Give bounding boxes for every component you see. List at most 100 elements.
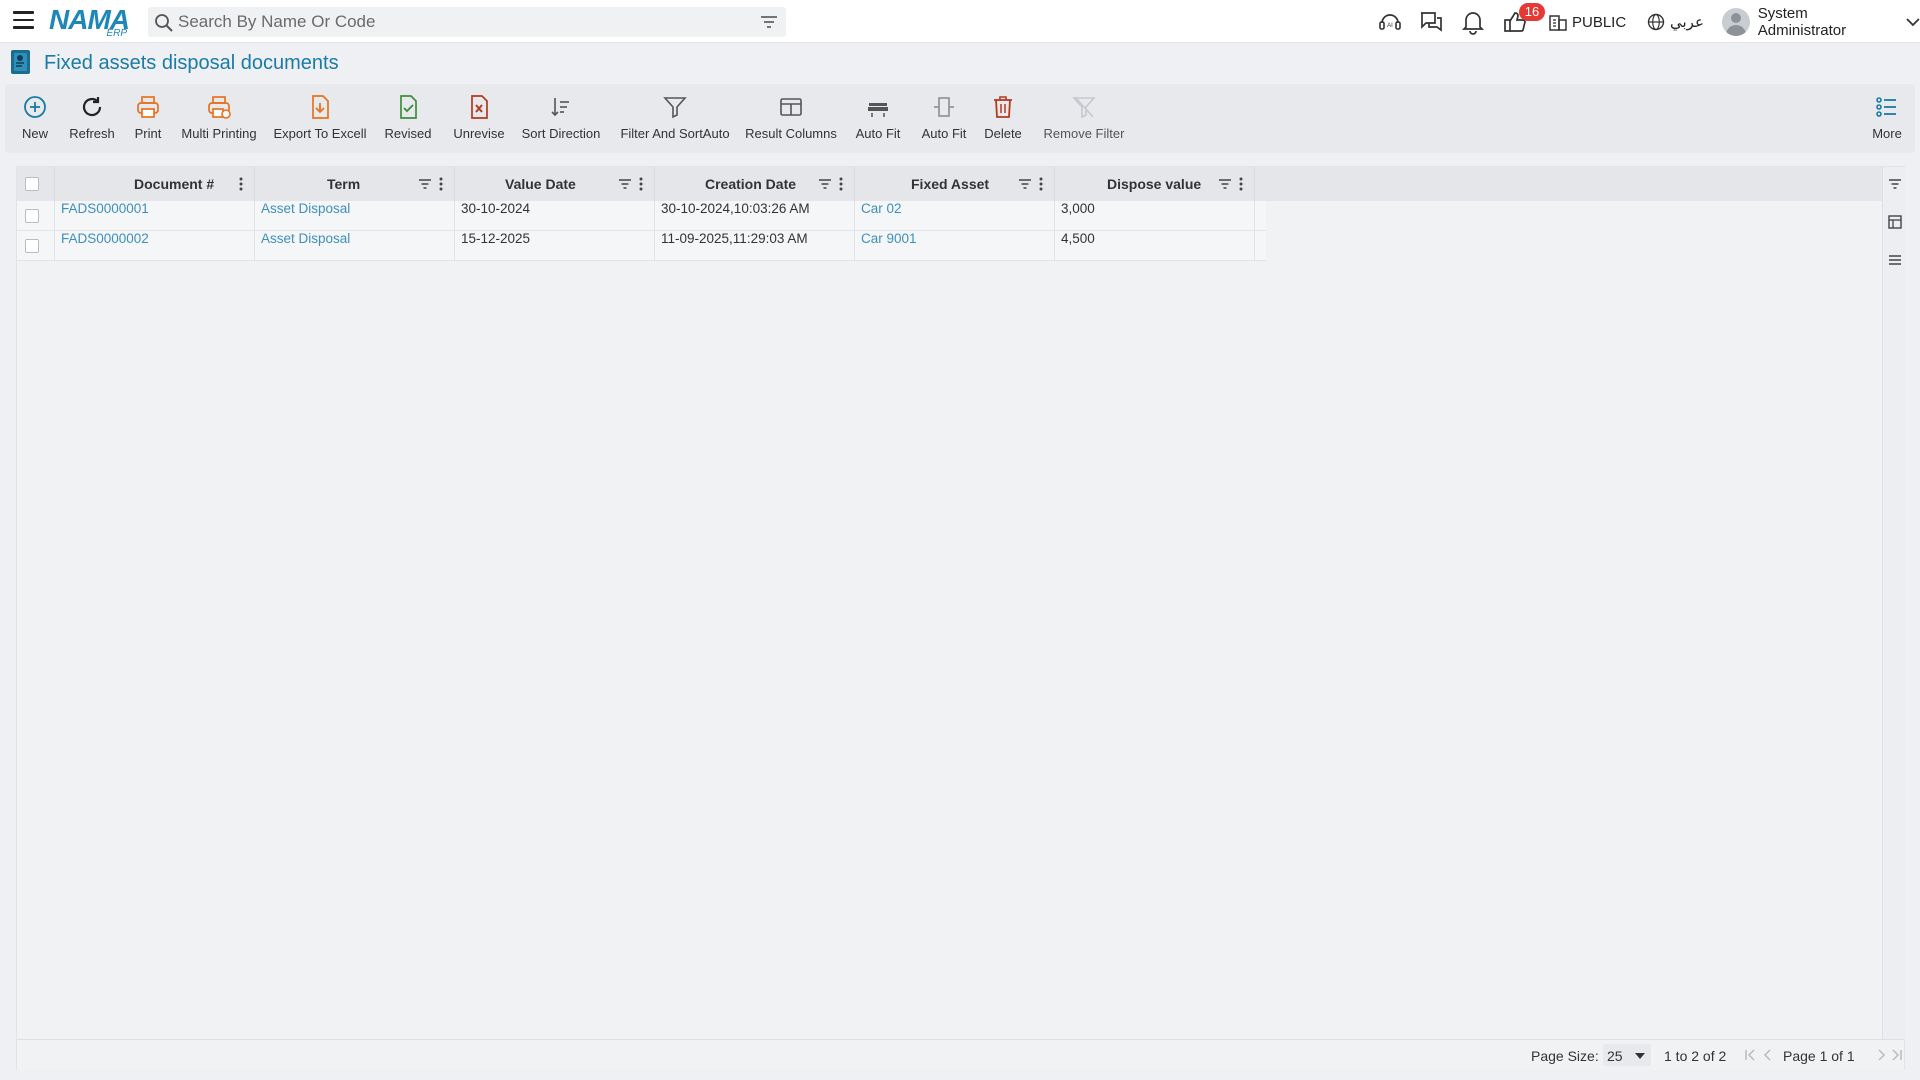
column-header-creation-date[interactable]: Creation Date (655, 167, 855, 201)
column-header-term[interactable]: Term (255, 167, 455, 201)
fixed-asset-link[interactable]: Car 9001 (855, 231, 1055, 261)
previous-page-icon[interactable] (1761, 1047, 1775, 1063)
multi-printing-button[interactable]: Multi Printing (177, 90, 261, 148)
notification-badge: 16 (1519, 3, 1545, 21)
funnel-icon (663, 97, 687, 119)
avatar (1722, 8, 1750, 36)
export-excel-button[interactable]: Export To Excell (270, 90, 370, 148)
globe-icon (1647, 13, 1665, 31)
user-name: System Administrator (1757, 5, 1847, 39)
select-all-checkbox[interactable] (25, 177, 39, 191)
creation-date-cell: 30-10-2024,10:03:26 AM (655, 201, 855, 231)
fixed-asset-link[interactable]: Car 02 (855, 201, 1055, 231)
sort-direction-label: Sort Direction (521, 126, 601, 141)
column-filter-icon[interactable] (418, 177, 432, 191)
print-button[interactable]: Print (126, 90, 170, 148)
plus-circle-icon (24, 96, 46, 118)
column-filter-icon[interactable] (1218, 177, 1232, 191)
next-page-icon[interactable] (1874, 1047, 1888, 1063)
page-size-select[interactable]: 25 (1603, 1044, 1651, 1066)
column-header-document[interactable]: Document # (55, 167, 255, 201)
nama-erp-logo[interactable]: NAMA ERP (49, 4, 131, 39)
more-button[interactable]: More (1867, 90, 1907, 148)
table-icon[interactable] (1888, 215, 1902, 229)
auto-fit-columns-icon (934, 97, 954, 117)
delete-button[interactable]: Delete (981, 90, 1025, 148)
refresh-label: Refresh (69, 126, 115, 141)
filter-lines-icon[interactable] (760, 14, 778, 30)
document-number-link[interactable]: FADS0000001 (55, 201, 255, 231)
column-filter-icon[interactable] (1018, 177, 1032, 191)
column-menu-icon[interactable] (238, 176, 244, 192)
auto-fit-rows-icon (868, 103, 888, 117)
menu-icon[interactable] (13, 11, 34, 31)
document-number-link[interactable]: FADS0000002 (55, 231, 255, 261)
building-icon (1549, 15, 1567, 31)
column-menu-icon[interactable] (438, 176, 444, 192)
unrevise-button[interactable]: Unrevise (450, 90, 508, 148)
value-date-cell: 30-10-2024 (455, 201, 655, 231)
column-label: Value Date (505, 176, 576, 192)
revised-button[interactable]: Revised (381, 90, 435, 148)
auto-fit-rows-button[interactable]: Auto Fit (850, 90, 906, 148)
svg-text:AI: AI (1387, 23, 1393, 29)
row-checkbox[interactable] (25, 209, 39, 223)
term-link[interactable]: Asset Disposal (255, 231, 455, 261)
column-filter-icon[interactable] (618, 177, 632, 191)
remove-filter-label: Remove Filter (1043, 126, 1125, 141)
refresh-button[interactable]: Refresh (63, 90, 121, 148)
printer-icon (137, 96, 159, 118)
ai-assistant-icon[interactable]: AI (1377, 9, 1403, 35)
new-button[interactable]: New (12, 90, 58, 148)
data-grid: Document # Term Value Date Creation Date… (16, 166, 1906, 1070)
column-label: Term (327, 176, 361, 192)
row-checkbox[interactable] (25, 239, 39, 253)
chevron-down-icon (1906, 18, 1920, 27)
document-module-icon (11, 50, 30, 74)
column-header-fixed-asset[interactable]: Fixed Asset (855, 167, 1055, 201)
columns-icon (780, 98, 802, 116)
menu-lines-icon[interactable] (1888, 253, 1902, 267)
filter-lines-icon[interactable] (1888, 177, 1902, 191)
column-header-value-date[interactable]: Value Date (455, 167, 655, 201)
search-icon[interactable] (154, 13, 174, 33)
language-switcher[interactable]: عربي (1647, 10, 1704, 34)
bell-icon[interactable] (1460, 9, 1486, 35)
column-menu-icon[interactable] (1038, 176, 1044, 192)
last-page-icon[interactable] (1890, 1047, 1904, 1063)
table-row[interactable]: FADS0000002 Asset Disposal 15-12-2025 11… (17, 231, 1266, 261)
first-page-icon[interactable] (1743, 1047, 1757, 1063)
result-columns-button[interactable]: Result Columns (741, 90, 841, 148)
new-label: New (21, 126, 48, 141)
column-menu-icon[interactable] (1238, 176, 1244, 192)
row-select-cell (17, 231, 55, 261)
search-input[interactable] (178, 7, 738, 37)
table-row[interactable]: FADS0000001 Asset Disposal 30-10-2024 30… (17, 201, 1266, 231)
page-header: Fixed assets disposal documents (0, 44, 1920, 82)
column-menu-icon[interactable] (638, 176, 644, 192)
dropdown-arrow-icon (1635, 1053, 1645, 1059)
column-filter-icon[interactable] (818, 177, 832, 191)
language-label: عربي (1670, 13, 1704, 31)
term-link[interactable]: Asset Disposal (255, 201, 455, 231)
column-header-dispose-value[interactable]: Dispose value (1055, 167, 1255, 201)
multi-printer-icon (208, 96, 231, 119)
unrevise-label: Unrevise (453, 126, 505, 141)
file-check-icon (400, 95, 417, 119)
user-menu[interactable]: System Administrator (1722, 5, 1920, 39)
grid-side-panel (1882, 167, 1906, 1039)
column-menu-icon[interactable] (838, 176, 844, 192)
export-label: Export To Excell (273, 126, 367, 141)
page-info: Page 1 of 1 (1783, 1048, 1855, 1064)
result-columns-label: Result Columns (745, 126, 837, 141)
chat-icon[interactable] (1418, 9, 1444, 35)
sort-direction-button[interactable]: Sort Direction (520, 90, 602, 148)
column-label: Dispose value (1107, 176, 1202, 192)
pagination-bar: Page Size: 25 1 to 2 of 2 Page 1 of 1 (17, 1039, 1904, 1070)
branch-selector[interactable]: PUBLIC (1548, 10, 1626, 34)
auto-fit-columns-button[interactable]: Auto Fit (917, 90, 971, 148)
remove-filter-button[interactable]: Remove Filter (1040, 90, 1128, 148)
auto-fit-label: Auto Fit (855, 126, 901, 141)
filter-sort-button[interactable]: Filter And SortAuto (617, 90, 733, 148)
filter-sort-label: Filter And SortAuto (620, 126, 730, 141)
